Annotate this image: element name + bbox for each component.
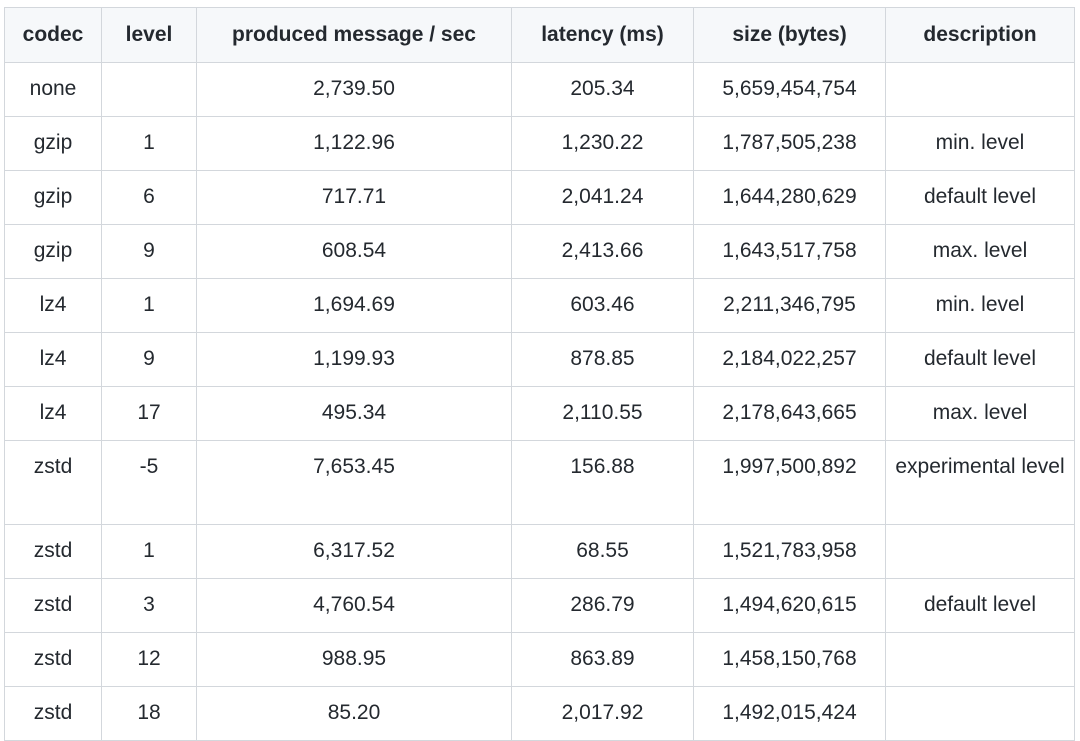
cell-size: 1,521,783,958 [693,524,886,579]
cell-produced-message-per-sec: 1,694.69 [196,278,512,333]
cell-level: 1 [101,278,197,333]
table-body: none 2,739.50 205.34 5,659,454,754 gzip … [4,62,1075,741]
cell-size: 1,644,280,629 [693,170,886,225]
cell-level: -5 [101,440,197,525]
cell-level: 9 [101,332,197,387]
cell-size: 1,787,505,238 [693,116,886,171]
cell-size: 1,997,500,892 [693,440,886,525]
cell-level: 12 [101,632,197,687]
cell-codec: zstd [4,524,102,579]
cell-size: 2,211,346,795 [693,278,886,333]
cell-latency: 2,413.66 [511,224,694,279]
header-row: codec level produced message / sec laten… [4,7,1075,63]
cell-description: experimental level [885,440,1075,525]
table-row: zstd 3 4,760.54 286.79 1,494,620,615 def… [4,578,1075,633]
header-size: size (bytes) [693,7,886,63]
cell-description [885,524,1075,579]
cell-codec: none [4,62,102,117]
table-row: gzip 6 717.71 2,041.24 1,644,280,629 def… [4,170,1075,225]
cell-description: max. level [885,386,1075,441]
table-row: lz4 1 1,694.69 603.46 2,211,346,795 min.… [4,278,1075,333]
cell-latency: 156.88 [511,440,694,525]
cell-level [101,62,197,117]
cell-description: default level [885,332,1075,387]
cell-size: 1,494,620,615 [693,578,886,633]
cell-level: 1 [101,116,197,171]
cell-codec: zstd [4,632,102,687]
cell-description: min. level [885,278,1075,333]
cell-produced-message-per-sec: 85.20 [196,686,512,741]
cell-description: default level [885,170,1075,225]
cell-produced-message-per-sec: 1,199.93 [196,332,512,387]
cell-description: max. level [885,224,1075,279]
cell-latency: 2,017.92 [511,686,694,741]
cell-level: 1 [101,524,197,579]
cell-codec: lz4 [4,278,102,333]
cell-size: 1,643,517,758 [693,224,886,279]
cell-size: 2,178,643,665 [693,386,886,441]
cell-latency: 603.46 [511,278,694,333]
cell-produced-message-per-sec: 988.95 [196,632,512,687]
cell-produced-message-per-sec: 495.34 [196,386,512,441]
cell-level: 18 [101,686,197,741]
cell-latency: 286.79 [511,578,694,633]
table-header: codec level produced message / sec laten… [4,7,1075,63]
cell-size: 1,492,015,424 [693,686,886,741]
cell-latency: 1,230.22 [511,116,694,171]
cell-size: 1,458,150,768 [693,632,886,687]
cell-latency: 2,110.55 [511,386,694,441]
cell-description [885,686,1075,741]
header-level: level [101,7,197,63]
cell-codec: zstd [4,440,102,525]
cell-produced-message-per-sec: 1,122.96 [196,116,512,171]
header-produced-message-per-sec: produced message / sec [196,7,512,63]
table-row: zstd 12 988.95 863.89 1,458,150,768 [4,632,1075,687]
cell-latency: 863.89 [511,632,694,687]
table-row: zstd -5 7,653.45 156.88 1,997,500,892 ex… [4,440,1075,525]
cell-produced-message-per-sec: 6,317.52 [196,524,512,579]
cell-codec: gzip [4,116,102,171]
header-codec: codec [4,7,102,63]
table-row: lz4 9 1,199.93 878.85 2,184,022,257 defa… [4,332,1075,387]
cell-size: 2,184,022,257 [693,332,886,387]
table-row: lz4 17 495.34 2,110.55 2,178,643,665 max… [4,386,1075,441]
cell-latency: 878.85 [511,332,694,387]
cell-codec: lz4 [4,332,102,387]
cell-description [885,632,1075,687]
cell-description: default level [885,578,1075,633]
cell-produced-message-per-sec: 2,739.50 [196,62,512,117]
cell-latency: 2,041.24 [511,170,694,225]
cell-level: 17 [101,386,197,441]
cell-codec: zstd [4,686,102,741]
cell-latency: 205.34 [511,62,694,117]
cell-description: min. level [885,116,1075,171]
cell-level: 3 [101,578,197,633]
table-row: zstd 1 6,317.52 68.55 1,521,783,958 [4,524,1075,579]
cell-description [885,62,1075,117]
cell-level: 9 [101,224,197,279]
table-row: zstd 18 85.20 2,017.92 1,492,015,424 [4,686,1075,741]
table-row: none 2,739.50 205.34 5,659,454,754 [4,62,1075,117]
table-row: gzip 1 1,122.96 1,230.22 1,787,505,238 m… [4,116,1075,171]
cell-codec: gzip [4,170,102,225]
cell-size: 5,659,454,754 [693,62,886,117]
cell-produced-message-per-sec: 4,760.54 [196,578,512,633]
cell-level: 6 [101,170,197,225]
compression-table-container: codec level produced message / sec laten… [4,7,1075,741]
cell-codec: lz4 [4,386,102,441]
cell-produced-message-per-sec: 608.54 [196,224,512,279]
cell-produced-message-per-sec: 717.71 [196,170,512,225]
cell-codec: gzip [4,224,102,279]
header-latency: latency (ms) [511,7,694,63]
compression-benchmark-table: codec level produced message / sec laten… [4,7,1075,741]
table-row: gzip 9 608.54 2,413.66 1,643,517,758 max… [4,224,1075,279]
header-description: description [885,7,1075,63]
cell-latency: 68.55 [511,524,694,579]
cell-produced-message-per-sec: 7,653.45 [196,440,512,525]
cell-codec: zstd [4,578,102,633]
